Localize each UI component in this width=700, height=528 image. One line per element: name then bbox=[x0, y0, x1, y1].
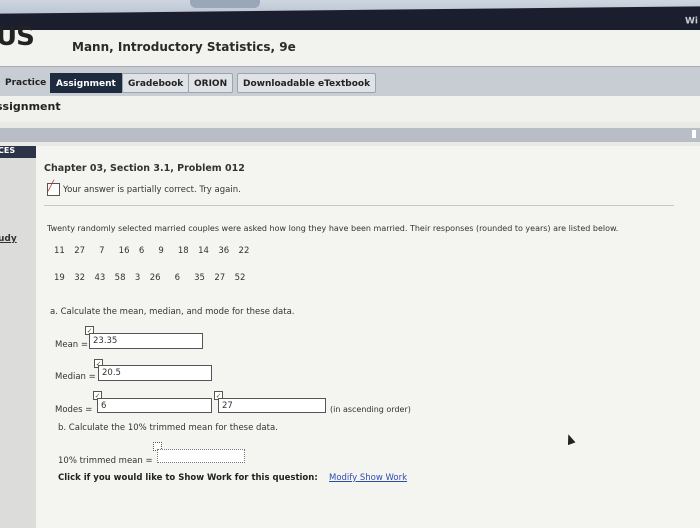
status-message: Your answer is partially correct. Try ag… bbox=[47, 181, 241, 196]
data-row-1: 11 27 7 16 6 9 18 14 36 22 bbox=[54, 246, 250, 256]
main-nav: Practice Assignment Gradebook ORION Down… bbox=[0, 66, 700, 97]
gray-strip bbox=[0, 128, 700, 142]
sidebar-label: CES bbox=[0, 146, 16, 155]
question-text: Twenty randomly selected married couples… bbox=[47, 224, 619, 233]
sidebar-header: CES bbox=[0, 146, 36, 158]
trimmed-mean-label: 10% trimmed mean = bbox=[58, 456, 153, 466]
data-row-2: 19 32 43 58 3 26 6 35 27 52 bbox=[54, 273, 246, 283]
problem-title: Chapter 03, Section 3.1, Problem 012 bbox=[44, 163, 245, 174]
sidebar-link[interactable]: udy bbox=[0, 234, 17, 244]
modes-label: Modes = bbox=[55, 405, 93, 415]
part-b-text: b. Calculate the 10% trimmed mean for th… bbox=[58, 423, 278, 433]
status-text: Your answer is partially correct. Try ag… bbox=[63, 185, 241, 195]
modify-show-work-link[interactable]: Modify Show Work bbox=[329, 473, 407, 483]
nav-orion[interactable]: ORION bbox=[188, 73, 234, 93]
nav-gradebook[interactable]: Gradebook bbox=[122, 73, 190, 93]
mode-1-input[interactable]: 6 bbox=[97, 398, 212, 413]
partial-correct-icon bbox=[47, 181, 60, 196]
show-work-prompt: Click if you would like to Show Work for… bbox=[58, 473, 318, 483]
corner-text: Wi bbox=[684, 16, 698, 27]
divider bbox=[44, 205, 674, 206]
trimmed-mean-input[interactable] bbox=[157, 449, 245, 463]
book-title: Mann, Introductory Statistics, 9e bbox=[72, 40, 296, 54]
median-input[interactable]: 20.5 bbox=[98, 365, 212, 381]
mean-input[interactable]: 23.35 bbox=[89, 333, 203, 349]
nav-assignment[interactable]: Assignment bbox=[50, 73, 122, 93]
logo: US bbox=[0, 22, 35, 52]
median-label: Median = bbox=[55, 372, 96, 382]
assignment-bar: ssignment bbox=[0, 96, 700, 122]
browser-tab bbox=[190, 0, 260, 8]
mean-label: Mean = bbox=[55, 340, 88, 350]
part-a-text: a. Calculate the mean, median, and mode … bbox=[50, 307, 295, 317]
mode-2-input[interactable]: 27 bbox=[218, 398, 326, 413]
nav-etextbook[interactable]: Downloadable eTextbook bbox=[237, 73, 377, 93]
sidebar: CES udy bbox=[0, 146, 36, 528]
section-title: ssignment bbox=[0, 100, 61, 113]
modes-note: (in ascending order) bbox=[330, 405, 411, 414]
strip-tab bbox=[692, 130, 696, 138]
nav-practice[interactable]: Practice bbox=[0, 73, 51, 93]
